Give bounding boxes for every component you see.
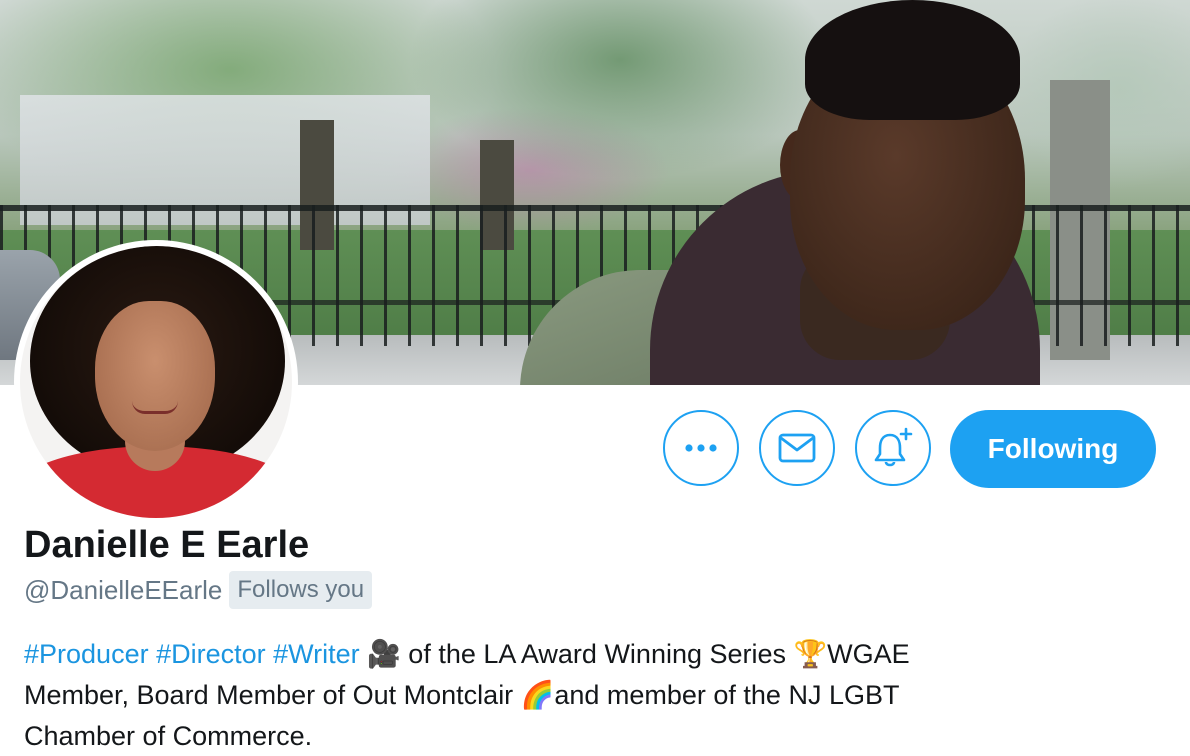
hashtag-producer[interactable]: #Producer: [24, 639, 149, 669]
bio-line-2a: Member, Board Member of Out Montclair: [24, 680, 521, 710]
envelope-icon: [778, 433, 816, 463]
more-dots-icon: [685, 444, 717, 452]
profile-bio: #Producer #Director #Writer 🎥 of the LA …: [24, 634, 1174, 756]
avatar-face: [95, 301, 215, 451]
bio-line-2b: and member of the NJ LGBT: [554, 680, 900, 710]
camera-emoji: 🎥: [367, 639, 401, 670]
profile-handle[interactable]: @DanielleEEarle: [24, 575, 222, 606]
more-options-button[interactable]: [663, 410, 739, 486]
hashtag-director[interactable]: #Director: [156, 639, 266, 669]
avatar-photo: [20, 246, 292, 518]
rainbow-emoji: 🌈: [520, 680, 555, 711]
profile-avatar[interactable]: [14, 240, 298, 524]
message-button[interactable]: [759, 410, 835, 486]
hashtag-writer[interactable]: #Writer: [273, 639, 360, 669]
banner-person-hair: [805, 0, 1020, 120]
handle-row: @DanielleEEarle Follows you: [24, 570, 373, 610]
avatar-smile: [132, 401, 178, 414]
bell-plus-icon: [874, 427, 913, 467]
bio-text-2: WGAE: [827, 639, 910, 669]
following-button[interactable]: Following: [950, 410, 1156, 488]
follows-you-badge: Follows you: [229, 571, 373, 609]
bio-text-1: of the LA Award Winning Series: [400, 639, 794, 669]
notifications-button[interactable]: [855, 410, 931, 486]
bio-line-3: Chamber of Commerce.: [24, 721, 313, 751]
profile-display-name: Danielle E Earle: [24, 524, 310, 566]
trophy-emoji: 🏆: [793, 639, 828, 670]
